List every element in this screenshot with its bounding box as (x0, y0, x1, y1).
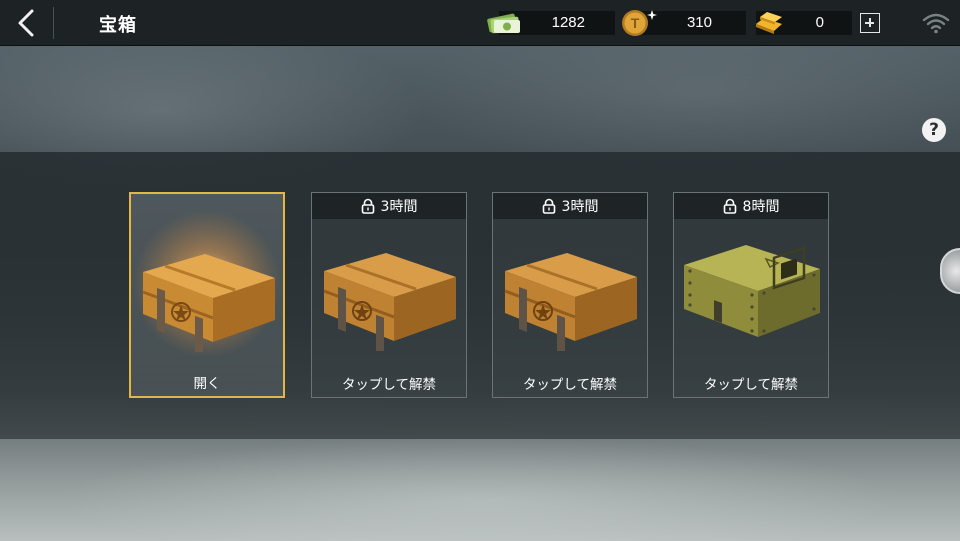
lock-icon (542, 198, 555, 214)
chest-slot-2[interactable]: 3時間 タップして解禁 (311, 192, 467, 398)
svg-text:T: T (631, 15, 640, 31)
t-coin-icon: T (622, 10, 657, 36)
tap-to-unlock-label: タップして解禁 (522, 377, 618, 393)
back-button[interactable] (6, 4, 46, 42)
wooden-chest-icon (323, 253, 456, 351)
top-bar: 宝箱 1282 310 T 0 (0, 0, 960, 46)
help-button[interactable]: ? (922, 118, 946, 142)
chest-slot-3[interactable]: 3時間 タップして解禁 (492, 192, 648, 398)
wooden-chest-icon (504, 253, 637, 351)
unlock-timer: 8時間 (674, 193, 828, 219)
chevron-left-icon (18, 9, 34, 37)
lock-icon (723, 198, 736, 214)
tap-to-unlock-label: タップして解禁 (703, 377, 799, 393)
page-title: 宝箱 (99, 15, 137, 36)
tap-to-unlock-label: タップして解禁 (341, 377, 437, 393)
unlock-timer: 3時間 (493, 193, 647, 219)
unlock-time: 3時間 (380, 199, 418, 215)
chest-slot-4[interactable]: 8時間 タップして解禁 (673, 192, 829, 398)
coin-value: 310 (686, 14, 712, 31)
chest-slot-1[interactable]: 開く (129, 192, 285, 398)
divider (53, 7, 54, 39)
wooden-chest-icon (142, 254, 275, 352)
unlock-time: 3時間 (561, 199, 599, 215)
lock-icon (361, 198, 374, 214)
unlock-time: 8時間 (742, 199, 780, 215)
wifi-icon (922, 13, 950, 34)
gold-bar-icon (756, 12, 782, 34)
add-currency-button[interactable] (860, 13, 880, 33)
cash-icon (487, 13, 520, 34)
military-chest-icon (684, 245, 820, 337)
gold-value: 0 (815, 14, 824, 31)
unlock-timer: 3時間 (312, 193, 466, 219)
cash-value: 1282 (551, 14, 585, 31)
open-chest-label: 開く (193, 376, 221, 392)
